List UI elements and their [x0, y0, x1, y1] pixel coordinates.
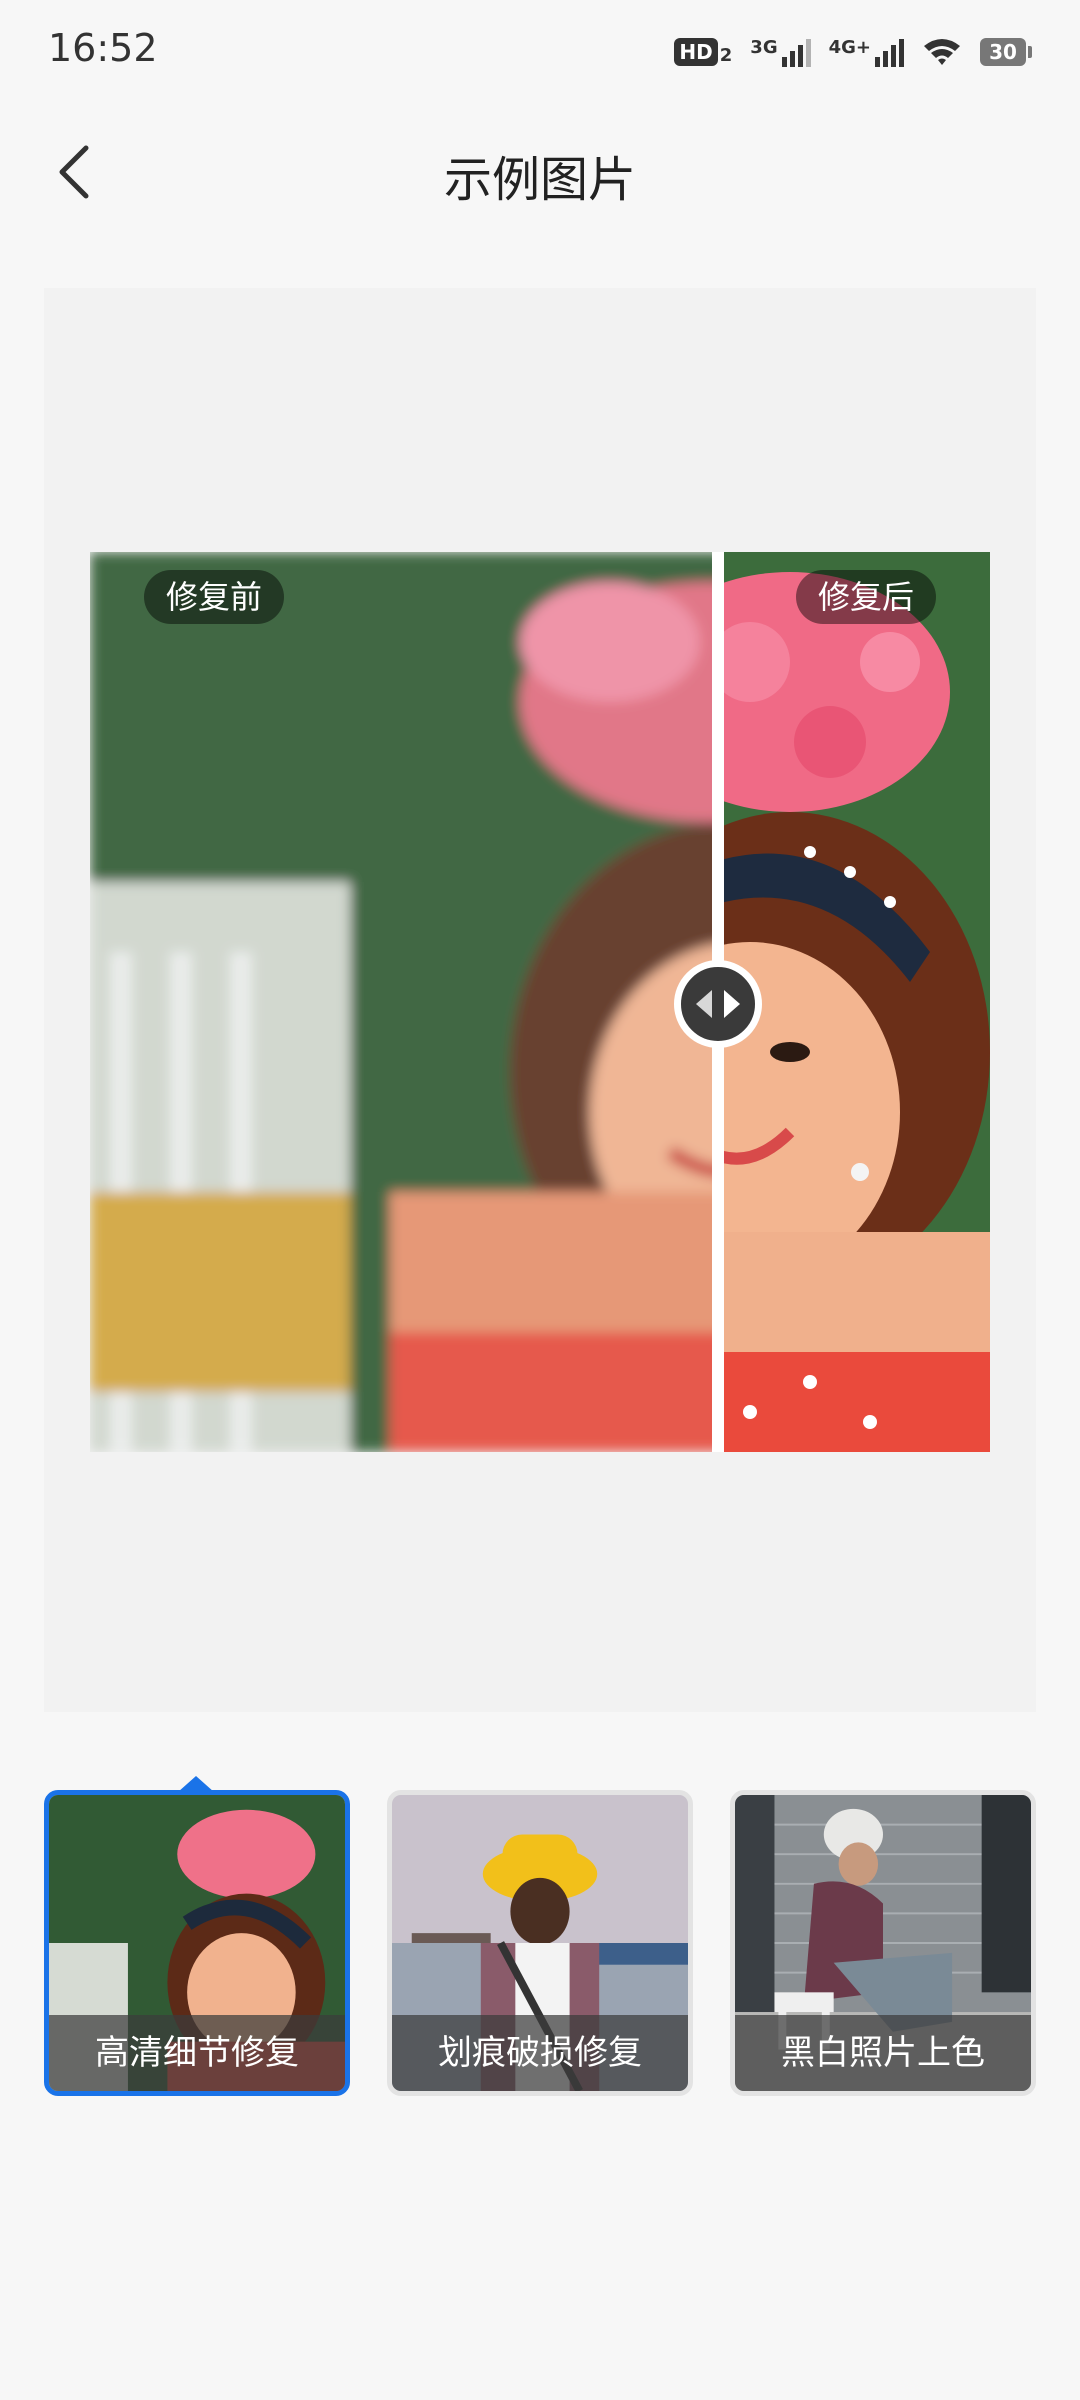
- before-image-area: 修复前: [90, 552, 712, 1452]
- signal-3g-icon: 3G: [750, 37, 811, 67]
- battery-icon: 30: [980, 38, 1032, 66]
- net-label-3g: 3G: [750, 37, 778, 58]
- after-image-area: 修复后: [724, 552, 990, 1452]
- compare-slider-handle-icon[interactable]: [674, 960, 762, 1048]
- after-photo: [724, 552, 990, 1452]
- signal-4g-icon: 4G+: [829, 37, 904, 67]
- battery-level: 30: [980, 38, 1026, 66]
- status-icons: HD 2 3G 4G+ 30: [674, 30, 1032, 74]
- net-label-4g: 4G+: [828, 37, 871, 58]
- before-photo: [90, 552, 712, 1452]
- thumb-label: 高清细节修复: [49, 2015, 345, 2091]
- before-after-compare[interactable]: 修复前 修复后: [90, 552, 990, 1452]
- hd-voice-icon: HD 2: [674, 38, 732, 66]
- wifi-icon: [924, 39, 960, 65]
- status-time: 16:52: [48, 26, 158, 70]
- thumb-scratch-restore[interactable]: 划痕破损修复: [387, 1790, 693, 2096]
- thumb-label: 黑白照片上色: [735, 2015, 1031, 2091]
- thumb-label: 划痕破损修复: [392, 2015, 688, 2091]
- thumb-colorize[interactable]: 黑白照片上色: [730, 1790, 1036, 2096]
- status-bar: 16:52 HD 2 3G 4G+ 30: [0, 0, 1080, 100]
- thumb-detail-restore[interactable]: 高清细节修复: [44, 1790, 350, 2096]
- page-title: 示例图片: [443, 152, 636, 208]
- after-label: 修复后: [795, 570, 936, 624]
- hd-label: HD: [674, 38, 718, 66]
- example-thumbnails: 高清细节修复 划痕破损修复 黑白照片上色: [44, 1790, 1036, 2100]
- before-label: 修复前: [144, 570, 285, 624]
- hd-sub: 2: [719, 45, 733, 66]
